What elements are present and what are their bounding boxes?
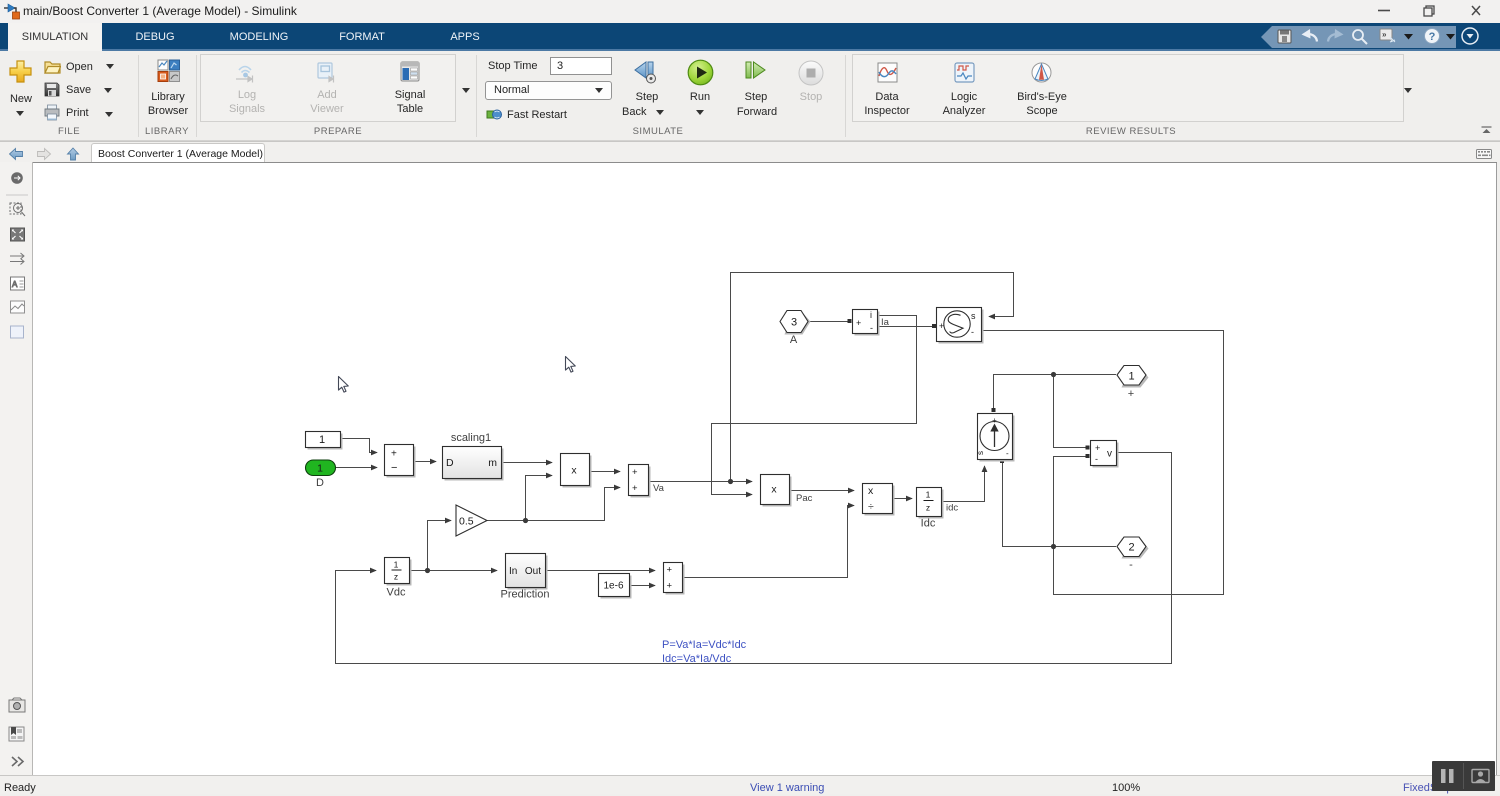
svg-text:0.5: 0.5 bbox=[459, 516, 474, 528]
svg-text:+: + bbox=[632, 483, 638, 494]
svg-text:1: 1 bbox=[926, 490, 931, 500]
svg-text:scaling1: scaling1 bbox=[451, 432, 491, 444]
svg-text:Ia: Ia bbox=[881, 317, 890, 328]
svg-text:i: i bbox=[870, 310, 872, 320]
svg-text:-: - bbox=[1006, 449, 1009, 458]
svg-text:z: z bbox=[926, 503, 930, 513]
svg-text:D: D bbox=[316, 477, 324, 489]
svg-text:P=Va*Ia=Vdc*Idc: P=Va*Ia=Vdc*Idc bbox=[662, 639, 747, 651]
svg-text:x: x bbox=[771, 484, 777, 496]
svg-text:In: In bbox=[509, 566, 517, 577]
svg-text:D: D bbox=[446, 457, 454, 469]
svg-text:1: 1 bbox=[317, 463, 323, 475]
svg-text:m: m bbox=[488, 457, 497, 469]
svg-text:÷: ÷ bbox=[868, 501, 874, 513]
svg-text:Idc=Va*Ia/Vdc: Idc=Va*Ia/Vdc bbox=[662, 653, 732, 665]
svg-text:+: + bbox=[856, 318, 861, 328]
svg-text:?: ? bbox=[1429, 31, 1436, 43]
svg-text:s: s bbox=[976, 451, 985, 455]
svg-text:Va: Va bbox=[653, 483, 665, 494]
svg-text:v: v bbox=[1107, 449, 1112, 460]
svg-text:+: + bbox=[667, 581, 673, 592]
svg-text:Pac: Pac bbox=[796, 493, 813, 504]
svg-text:2: 2 bbox=[1128, 542, 1134, 554]
svg-text:1: 1 bbox=[319, 434, 325, 446]
svg-text:1: 1 bbox=[1128, 371, 1134, 383]
svg-text:1e-6: 1e-6 bbox=[603, 581, 623, 592]
svg-text:+: + bbox=[992, 416, 997, 425]
svg-text:x: x bbox=[868, 485, 874, 497]
svg-text:idc: idc bbox=[946, 503, 958, 514]
svg-text:A: A bbox=[12, 280, 18, 289]
svg-text:-: - bbox=[1129, 559, 1133, 571]
svg-text:3: 3 bbox=[791, 317, 797, 329]
svg-text:-: - bbox=[1095, 454, 1098, 464]
svg-text:s: s bbox=[971, 311, 976, 321]
svg-text:−: − bbox=[391, 462, 397, 474]
svg-text:+: + bbox=[1095, 443, 1100, 453]
svg-text:z: z bbox=[394, 572, 398, 582]
svg-text:A: A bbox=[790, 334, 798, 346]
svg-text:Idc: Idc bbox=[921, 518, 936, 530]
svg-text:Vdc: Vdc bbox=[387, 587, 406, 599]
svg-text:»: » bbox=[1382, 30, 1387, 39]
svg-text:+: + bbox=[667, 565, 673, 576]
svg-text:x: x bbox=[571, 465, 577, 477]
svg-text:+: + bbox=[939, 321, 944, 331]
svg-text:+: + bbox=[632, 467, 638, 478]
svg-text:Out: Out bbox=[525, 566, 541, 577]
svg-text:+: + bbox=[391, 449, 397, 460]
svg-text:1: 1 bbox=[394, 560, 399, 570]
svg-text:+: + bbox=[1128, 388, 1134, 400]
svg-text:-: - bbox=[971, 327, 974, 337]
svg-text:Prediction: Prediction bbox=[501, 589, 550, 601]
svg-text:-: - bbox=[870, 323, 873, 333]
